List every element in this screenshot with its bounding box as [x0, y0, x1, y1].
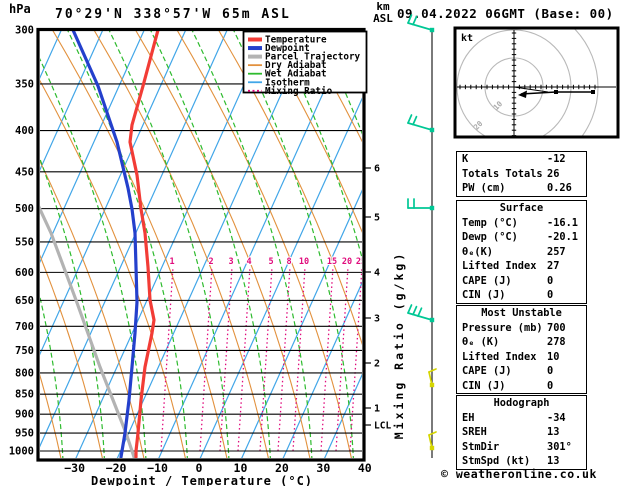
hodograph-indices-box: Hodograph EH -34 SREH 13 StmDir 301° StmSpd (kt… [456, 395, 587, 470]
row-label: CAPE (J) [462, 274, 512, 287]
row-value: 10 [547, 350, 560, 363]
row-label: Totals Totals [462, 167, 543, 180]
row-value: -34 [547, 411, 566, 424]
row-label: EH [462, 411, 475, 424]
indices-panel: K -12 Totals Totals 26 PW (cm) 0.26 Surface Tem… [0, 0, 629, 486]
table-row: PW (cm) 0.26 [457, 181, 586, 196]
table-row: Lifted Index 10 [457, 350, 586, 365]
hodograph-indices-box-title: Hodograph [493, 397, 550, 409]
table-row: CIN (J) 0 [457, 379, 586, 394]
row-value: 257 [547, 245, 566, 258]
row-value: 301° [547, 440, 572, 453]
row-label: SREH [462, 426, 487, 438]
row-value: 0 [547, 365, 554, 377]
table-row: Lifted Index 27 [457, 259, 586, 274]
row-label: Temp (°C) [462, 216, 518, 229]
surface-box: Surface Temp (°C) -16.1 Dewp (°C) -20.1 θₑ(K)… [456, 200, 587, 304]
table-row: SREH 13 [457, 425, 586, 440]
stability-indices-box: K -12 Totals Totals 26 PW (cm) 0.26 [456, 151, 587, 197]
row-value: 26 [547, 167, 560, 180]
row-label: Pressure (mb) [462, 321, 543, 334]
row-label: PW (cm) [462, 182, 506, 194]
row-value: -16.1 [547, 216, 578, 229]
table-row: CAPE (J) 0 [457, 364, 586, 379]
row-label: θₑ (K) [462, 336, 500, 348]
row-label: Dewp (°C) [462, 231, 518, 243]
row-value: -20.1 [547, 231, 578, 243]
sounding-chart: hPa 70°29'N 338°57'W 65m ASL km ASL 09.0… [0, 0, 629, 486]
row-value: 0.26 [547, 182, 572, 194]
row-label: θₑ(K) [462, 245, 493, 258]
most-unstable-box-title: Most Unstable [481, 307, 562, 319]
credit: © weatheronline.co.uk [441, 467, 597, 481]
table-row: EH -34 [457, 411, 586, 426]
row-label: CAPE (J) [462, 365, 512, 377]
table-row: CIN (J) 0 [457, 288, 586, 303]
row-value: -12 [547, 153, 566, 165]
row-value: 13 [547, 426, 560, 438]
table-row: θₑ(K) 257 [457, 245, 586, 260]
table-row: Totals Totals 26 [457, 167, 586, 182]
row-value: 700 [547, 321, 566, 334]
table-row: θₑ (K) 278 [457, 335, 586, 350]
table-row: K -12 [457, 152, 586, 167]
row-value: 278 [547, 336, 566, 348]
row-label: Lifted Index [462, 350, 537, 363]
table-row: Pressure (mb) 700 [457, 321, 586, 336]
row-value: 27 [547, 260, 560, 272]
table-row: StmDir 301° [457, 440, 586, 455]
table-row: Temp (°C) -16.1 [457, 216, 586, 231]
row-label: StmDir [462, 440, 500, 453]
most-unstable-box: Most Unstable Pressure (mb) 700 θₑ (K) 278 Li… [456, 305, 587, 394]
row-value: 0 [547, 274, 554, 287]
row-label: K [462, 153, 469, 165]
surface-box-title: Surface [499, 202, 544, 214]
row-value: 0 [547, 289, 554, 301]
row-value: 0 [547, 379, 554, 392]
table-row: Dewp (°C) -20.1 [457, 230, 586, 245]
table-row: CAPE (J) 0 [457, 274, 586, 289]
row-label: CIN (J) [462, 289, 506, 301]
row-label: Lifted Index [462, 260, 537, 272]
row-label: CIN (J) [462, 379, 506, 392]
